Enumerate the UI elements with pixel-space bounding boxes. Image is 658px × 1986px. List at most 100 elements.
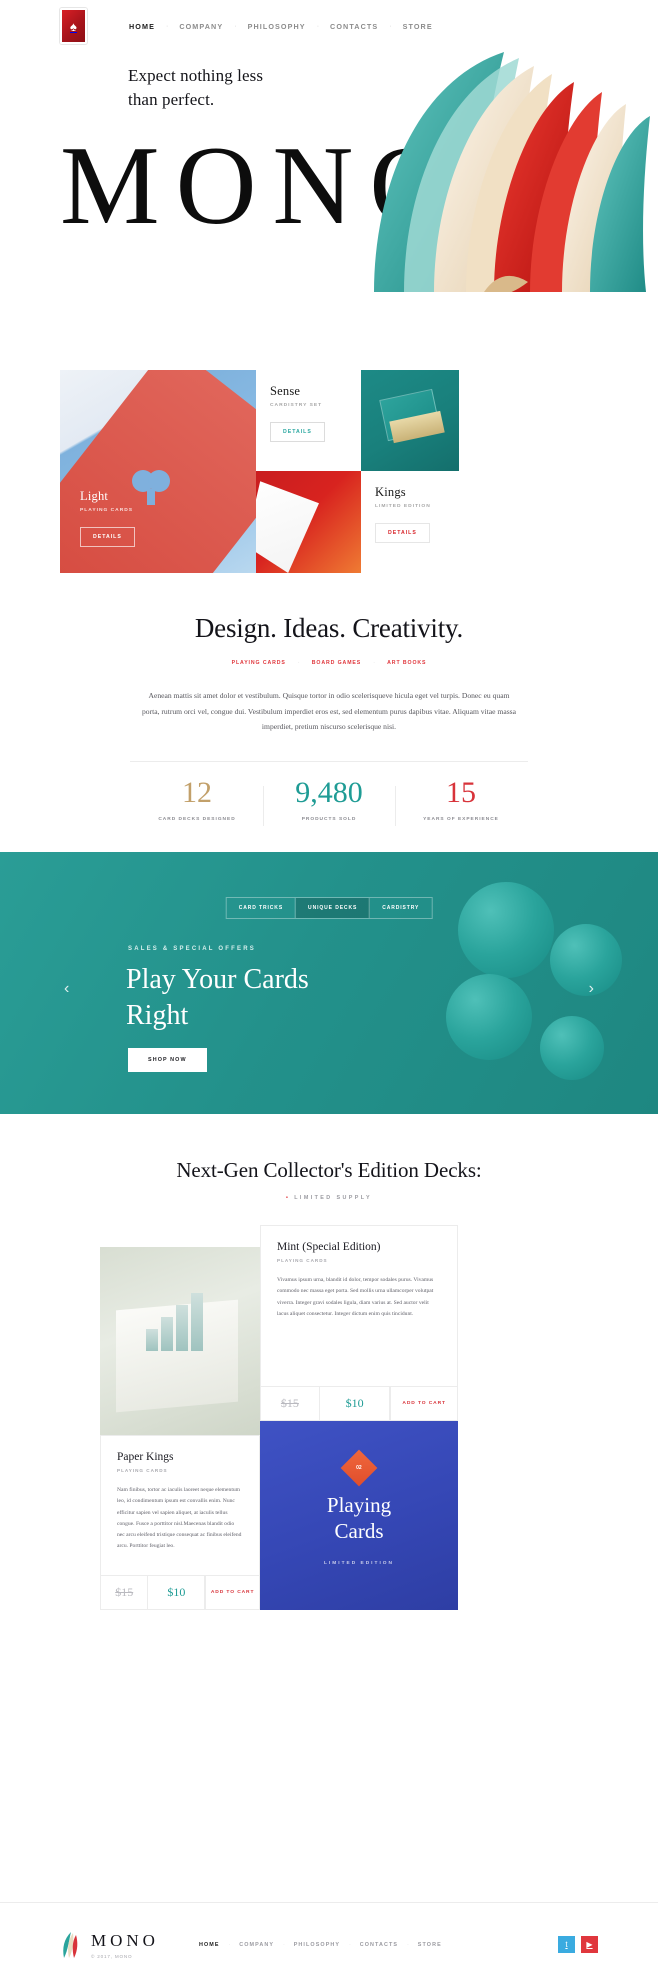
photo-decks-shape <box>146 1293 206 1352</box>
sense-card-title: Sense <box>270 384 301 398</box>
footer-nav: HOME · COMPANY · PHILOSOPHY · CONTACTS ·… <box>199 1942 442 1948</box>
grid-column-right: Kings LIMITED EDITION DETAILS <box>361 370 459 573</box>
grid-image-red <box>256 471 361 573</box>
site-header: ♠ HOME · COMPANY · PHILOSOPHY · CONTACTS… <box>0 0 658 52</box>
product-card-mint[interactable]: Mint (Special Edition) PLAYING CARDS Viv… <box>260 1225 458 1422</box>
footer-logo[interactable]: MONO © 2017, MONO <box>60 1931 159 1959</box>
club-icon <box>131 470 170 506</box>
footer-brand: MONO <box>91 1930 159 1950</box>
footer-nav-separator: · <box>407 1941 409 1948</box>
product-body: Mint (Special Edition) PLAYING CARDS Viv… <box>261 1226 457 1320</box>
product-body: Paper Kings PLAYING CARDS Nam finibus, t… <box>101 1436 259 1552</box>
feather-icon <box>63 1931 78 1958</box>
spade-icon: ♠ <box>70 18 77 34</box>
nav-item-home[interactable]: HOME <box>129 22 155 31</box>
product-new-price: $10 <box>148 1576 206 1610</box>
primary-nav: HOME · COMPANY · PHILOSOPHY · CONTACTS ·… <box>129 22 433 31</box>
nextgen-section: Next-Gen Collector's Edition Decks: • LI… <box>0 1158 658 1201</box>
category-board-games[interactable]: BOARD GAMES <box>312 660 361 666</box>
grid-card-sense[interactable]: Sense CARDISTRY SET DETAILS <box>256 370 361 471</box>
grid-image-teal <box>361 370 459 471</box>
product-description: Vivamus ipsum urna, blandit id dolor, te… <box>277 1277 434 1317</box>
site-footer: MONO © 2017, MONO HOME · COMPANY · PHILO… <box>0 1902 658 1986</box>
footer-nav-separator: · <box>228 1941 231 1948</box>
youtube-icon[interactable]: ▶ <box>581 1936 598 1953</box>
footer-nav-home[interactable]: HOME <box>199 1942 220 1948</box>
nav-separator: · <box>165 22 169 30</box>
light-details-button[interactable]: DETAILS <box>80 527 135 547</box>
kings-card-title: Kings <box>375 485 406 499</box>
product-grid: Light PLAYING CARDS DETAILS Sense CARDIS… <box>60 370 598 573</box>
light-card-overlay: Light PLAYING CARDS DETAILS <box>80 489 135 547</box>
nav-item-contacts[interactable]: CONTACTS <box>330 22 378 31</box>
footer-copyright: © 2017, MONO <box>91 1953 133 1959</box>
grid-card-kings[interactable]: Kings LIMITED EDITION DETAILS <box>361 471 459 573</box>
stats-section: 12 CARD DECKS DESIGNED 9,480 PRODUCTS SO… <box>0 775 658 826</box>
stat-value: 9,480 <box>295 775 363 809</box>
grid-card-light[interactable]: Light PLAYING CARDS DETAILS <box>60 370 256 573</box>
slider-next-chevron-right-icon[interactable]: › <box>589 980 594 998</box>
kings-card-subtitle: LIMITED EDITION <box>375 504 431 509</box>
product-subtitle: PLAYING CARDS <box>117 1468 168 1474</box>
products-section: Mint (Special Edition) PLAYING CARDS Viv… <box>60 1225 598 1611</box>
product-card-playing-cards[interactable]: 02 Playing Cards LIMITED EDITION <box>260 1421 458 1611</box>
stat-years-experience: 15 YEARS OF EXPERIENCE <box>395 775 527 826</box>
slider-prev-chevron-left-icon[interactable]: ‹ <box>64 980 69 998</box>
stat-label: CARD DECKS DESIGNED <box>158 817 236 823</box>
design-paragraph: Aenean mattis sit amet dolor et vestibul… <box>142 691 516 732</box>
footer-nav-philosophy[interactable]: PHILOSOPHY <box>294 1942 340 1948</box>
product-old-price: $15 <box>101 1576 149 1610</box>
stat-value: 15 <box>446 775 476 809</box>
promo-slider: CARD TRICKS UNIQUE DECKS CARDISTRY SALES… <box>0 852 658 1115</box>
footer-nav-separator: · <box>283 1941 285 1948</box>
tab-cardistry[interactable]: CARDISTRY <box>370 898 431 918</box>
product-subtitle: PLAYING CARDS <box>277 1258 328 1264</box>
deck-box-photo <box>100 1247 260 1436</box>
hero-section: Expect nothing less than perfect. MONO <box>0 52 658 352</box>
product-description: Nam finibus, tortor ac iaculis laoreet n… <box>117 1487 242 1550</box>
sense-details-button[interactable]: DETAILS <box>270 422 325 442</box>
club-blob-top <box>458 882 554 979</box>
nextgen-heading: Next-Gen Collector's Edition Decks: <box>176 1158 482 1183</box>
nav-item-philosophy[interactable]: PHILOSOPHY <box>248 22 306 31</box>
stat-products-sold: 9,480 PRODUCTS SOLD <box>263 775 395 826</box>
category-separator: · <box>297 660 300 666</box>
blue-card-subtitle: LIMITED EDITION <box>324 1561 394 1567</box>
logo-card[interactable]: ♠ <box>60 8 87 44</box>
category-playing-cards[interactable]: PLAYING CARDS <box>232 660 286 666</box>
footer-nav-separator: · <box>349 1941 351 1948</box>
product-title: Mint (Special Edition) <box>277 1241 381 1254</box>
blue-card-title: Playing Cards <box>326 1493 392 1543</box>
light-card-subtitle: PLAYING CARDS <box>80 508 134 513</box>
add-to-cart-button[interactable]: ADD TO CART <box>390 1387 457 1421</box>
tab-card-tricks[interactable]: CARD TRICKS <box>227 898 297 919</box>
limited-supply-label: • LIMITED SUPPLY <box>286 1195 372 1202</box>
product-new-price: $10 <box>320 1387 391 1421</box>
slide-title: Play Your Cards Right <box>126 964 309 1032</box>
edition-badge: 02 <box>340 1449 378 1487</box>
social-links: t ▶ <box>552 1936 598 1953</box>
club-blob-right <box>550 924 622 997</box>
slider-tabs: CARD TRICKS UNIQUE DECKS CARDISTRY <box>225 897 433 920</box>
shop-now-button[interactable]: SHOP NOW <box>128 1048 207 1073</box>
footer-nav-company[interactable]: COMPANY <box>239 1942 274 1948</box>
kings-details-button[interactable]: DETAILS <box>375 523 430 543</box>
twitter-icon[interactable]: t <box>558 1936 575 1953</box>
design-heading: Design. Ideas. Creativity. <box>194 613 464 643</box>
footer-brand-block: MONO © 2017, MONO <box>91 1931 159 1959</box>
category-art-books[interactable]: ART BOOKS <box>387 660 426 666</box>
product-card-paper-kings[interactable]: Paper Kings PLAYING CARDS Nam finibus, t… <box>100 1435 260 1611</box>
product-price-row: $15 $10 ADD TO CART <box>261 1386 457 1421</box>
stat-label: PRODUCTS SOLD <box>301 817 357 823</box>
tab-unique-decks[interactable]: UNIQUE DECKS <box>296 898 371 919</box>
bullet-icon: • <box>286 1195 291 1202</box>
nav-item-company[interactable]: COMPANY <box>179 22 223 31</box>
category-links: PLAYING CARDS · BOARD GAMES · ART BOOKS <box>0 660 658 666</box>
add-to-cart-button[interactable]: ADD TO CART <box>205 1576 259 1610</box>
footer-nav-store[interactable]: STORE <box>418 1942 442 1948</box>
nav-item-store[interactable]: STORE <box>403 22 433 31</box>
footer-nav-contacts[interactable]: CONTACTS <box>360 1942 398 1948</box>
product-title: Paper Kings <box>117 1451 174 1464</box>
nav-separator: · <box>389 22 392 30</box>
section-divider <box>130 760 528 762</box>
